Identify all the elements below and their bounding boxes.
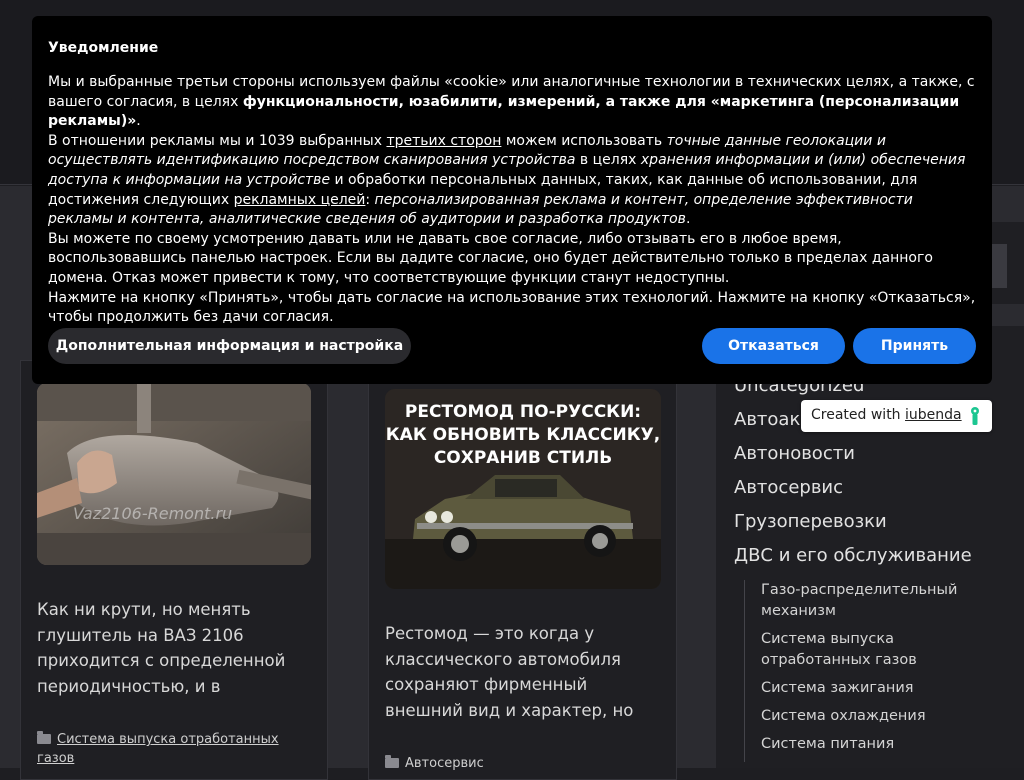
folder-icon [37, 731, 51, 744]
consent-paragraph: Вы можете по своему усмотрению давать ил… [48, 230, 933, 286]
image-headline-1: РЕСТОМОД ПО-РУССКИ: [405, 402, 641, 422]
category-link[interactable]: Система выпуска отработанных газов [37, 732, 279, 766]
folder-icon [385, 755, 399, 768]
consent-paragraph: Мы и выбранные третьи стороны используем… [48, 73, 976, 132]
subcategory-item[interactable]: Газо-распределительный механизм [745, 580, 994, 622]
post-excerpt: Как ни крути, но менять глушитель на ВАЗ… [37, 600, 286, 696]
subcategory-item[interactable]: Система охлаждения [745, 706, 994, 727]
post-category: Автосервис [385, 754, 655, 773]
text-span: можем использовать [501, 132, 667, 149]
image-watermark: Vaz2106-Remont.ru [73, 504, 232, 523]
text-span: . [136, 113, 141, 130]
post-card: Vaz2106-Remont.ru Как ни крути, но менят… [20, 360, 328, 780]
image-headline-2: КАК ОБНОВИТЬ КЛАССИКУ, [386, 425, 660, 445]
subcategory-item[interactable]: Система питания [745, 734, 994, 755]
iubenda-icon [971, 407, 979, 425]
consent-title: Уведомление [48, 40, 159, 56]
category-link[interactable]: Автосервис [405, 756, 484, 771]
category-item[interactable]: ДВС и его обслуживание [734, 544, 1014, 578]
third-parties-link[interactable]: третьих сторон [386, 133, 501, 149]
post-excerpt: Рестомод — это когда у классического авт… [385, 624, 634, 720]
consent-paragraph: В отношении рекламы мы и 1039 выбранных … [48, 132, 976, 230]
post-category: Система выпуска отработанных газов [37, 730, 307, 768]
iubenda-badge[interactable]: Created with iubenda [801, 400, 992, 432]
consent-text: Мы и выбранные третьи стороны используем… [48, 73, 976, 328]
text-span: . [685, 211, 691, 228]
text-span: в целях [575, 152, 641, 169]
text-span: В отношении рекламы мы и 1039 выбранных [48, 132, 387, 149]
category-item[interactable]: Автоновости [734, 442, 1014, 476]
sidebar-categories: Uncategorized Автоаксессуары Автоновости… [716, 326, 1024, 768]
consent-paragraph: Нажмите на кнопку «Принять», чтобы дать … [48, 289, 976, 326]
post-card: РЕСТОМОД ПО-РУССКИ: КАК ОБНОВИТЬ КЛАССИК… [368, 360, 677, 780]
more-info-button[interactable]: Дополнительная информация и настройка [48, 328, 411, 364]
muffler-photo: Vaz2106-Remont.ru [37, 383, 311, 565]
category-item[interactable]: Автосервис [734, 476, 1014, 510]
post-thumbnail[interactable]: Vaz2106-Remont.ru [37, 383, 311, 565]
cookie-consent-dialog: Уведомление Мы и выбранные третьи сторон… [32, 16, 992, 384]
image-headline-3: СОХРАНИВ СТИЛЬ [434, 448, 612, 468]
subcategory-item[interactable]: Система зажигания [745, 678, 994, 699]
category-item[interactable]: Грузоперевозки [734, 510, 1014, 544]
reject-button[interactable]: Отказаться [702, 328, 845, 364]
text-span: : [365, 191, 375, 208]
accept-button[interactable]: Принять [853, 328, 976, 364]
ad-purposes-link[interactable]: рекламных целей [234, 192, 366, 208]
post-thumbnail[interactable]: РЕСТОМОД ПО-РУССКИ: КАК ОБНОВИТЬ КЛАССИК… [385, 389, 661, 589]
iubenda-link[interactable]: iubenda [905, 407, 962, 423]
subcategory-item[interactable]: Система выпуска отработанных газов [745, 629, 994, 671]
restomod-car-image: РЕСТОМОД ПО-РУССКИ: КАК ОБНОВИТЬ КЛАССИК… [385, 389, 661, 589]
badge-prefix: Created with [811, 407, 906, 423]
